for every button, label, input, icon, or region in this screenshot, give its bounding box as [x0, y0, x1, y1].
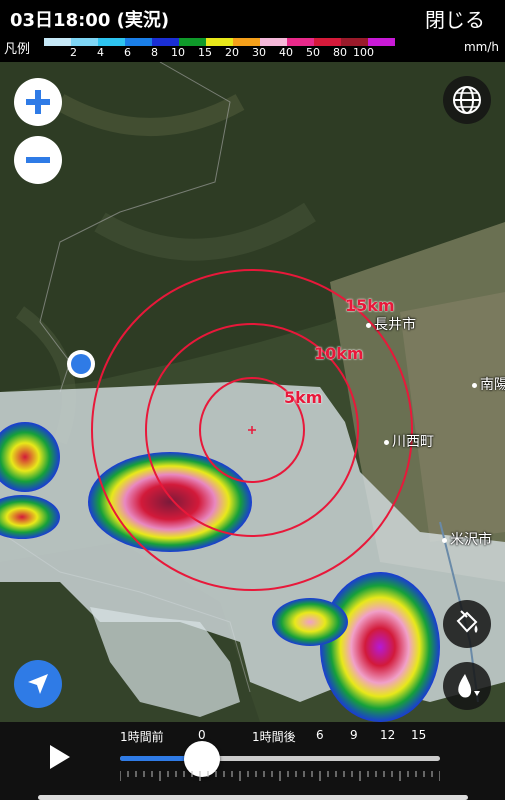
timeline-ticks: [120, 771, 440, 781]
minus-icon: [26, 157, 50, 163]
legend-color-segment: 10: [152, 38, 185, 59]
legend-value-label: 10: [171, 46, 185, 59]
legend-color-segment: 100: [341, 38, 374, 59]
legend-color-segment: 30: [233, 38, 266, 59]
legend-unit: mm/h: [463, 40, 499, 54]
timeline-label-6: 6: [316, 728, 324, 742]
legend-color-segment: 4: [71, 38, 104, 59]
header-bar: 03日18:00 (実況) 閉じる 凡例 2 4 6 8 10 15 20 30 40 50 80 1…: [0, 0, 505, 62]
zoom-out-button[interactable]: [14, 136, 62, 184]
zoom-in-button[interactable]: [14, 78, 62, 126]
legend-color-segment: 8: [125, 38, 158, 59]
legend-value-label: 6: [124, 46, 131, 59]
timeline-label-after: 1時間後: [252, 730, 296, 744]
timeline-bar: 1時間前 0 1時間後 6 9 12 15: [0, 722, 505, 800]
legend-color-segment: 40: [260, 38, 293, 59]
legend-value-label: 8: [151, 46, 158, 59]
city-label-nanyo: 南陽: [472, 374, 505, 394]
legend-value-label: 30: [252, 46, 266, 59]
globe-icon: [453, 86, 481, 114]
legend-color-segment: 20: [206, 38, 239, 59]
layer-style-button[interactable]: [443, 600, 491, 648]
legend-value-label: 100: [353, 46, 374, 59]
city-label-kawanishi: 川西町: [384, 431, 434, 451]
legend-color-segment: [368, 38, 395, 46]
water-drop-icon: [458, 674, 480, 698]
legend-value-label: 15: [198, 46, 212, 59]
legend-value-label: 4: [97, 46, 104, 59]
map-canvas: [0, 62, 505, 722]
legend-color-segment: 50: [287, 38, 320, 59]
legend-value-label: 40: [279, 46, 293, 59]
legend-value-label: 20: [225, 46, 239, 59]
timeline-label-9: 9: [350, 728, 358, 742]
legend-value-label: 80: [333, 46, 347, 59]
timeline-label-15: 15: [411, 728, 427, 742]
distance-label-5km: 5km: [284, 388, 323, 407]
radar-map[interactable]: 15km 10km 5km 長井市 川西町 米沢市 南陽 121: [0, 62, 505, 722]
location-arrow-icon: [28, 674, 48, 694]
page-title: 03日18:00 (実況): [10, 10, 170, 31]
plus-icon: [26, 90, 50, 114]
distance-label-10km: 10km: [314, 344, 364, 363]
legend-value-label: 50: [306, 46, 320, 59]
city-label-yonezawa: 米沢市: [442, 529, 492, 549]
play-icon[interactable]: [44, 742, 74, 772]
legend-label: 凡例: [4, 42, 31, 57]
legend-value-label: 2: [70, 46, 77, 59]
city-label-nagai: 長井市: [366, 314, 416, 334]
timeline-label-now: 0: [198, 728, 206, 742]
legend-color-segment: 15: [179, 38, 212, 59]
legend-color-segment: 6: [98, 38, 131, 59]
home-indicator: [38, 795, 468, 800]
close-button[interactable]: 閉じる: [425, 4, 485, 33]
timeline-label-12: 12: [380, 728, 396, 742]
locate-button[interactable]: [14, 660, 62, 708]
legend-color-segment: 2: [44, 38, 77, 59]
distance-label-15km: 15km: [345, 296, 395, 315]
legend-color-bar: 2 4 6 8 10 15 20 30 40 50 80 100: [44, 38, 395, 59]
legend-color-segment: 80: [314, 38, 347, 59]
rain-display-button[interactable]: [443, 662, 491, 710]
globe-button[interactable]: [443, 76, 491, 124]
timeline-label-before: 1時間前: [120, 730, 164, 744]
paint-bucket-icon: [456, 610, 478, 633]
